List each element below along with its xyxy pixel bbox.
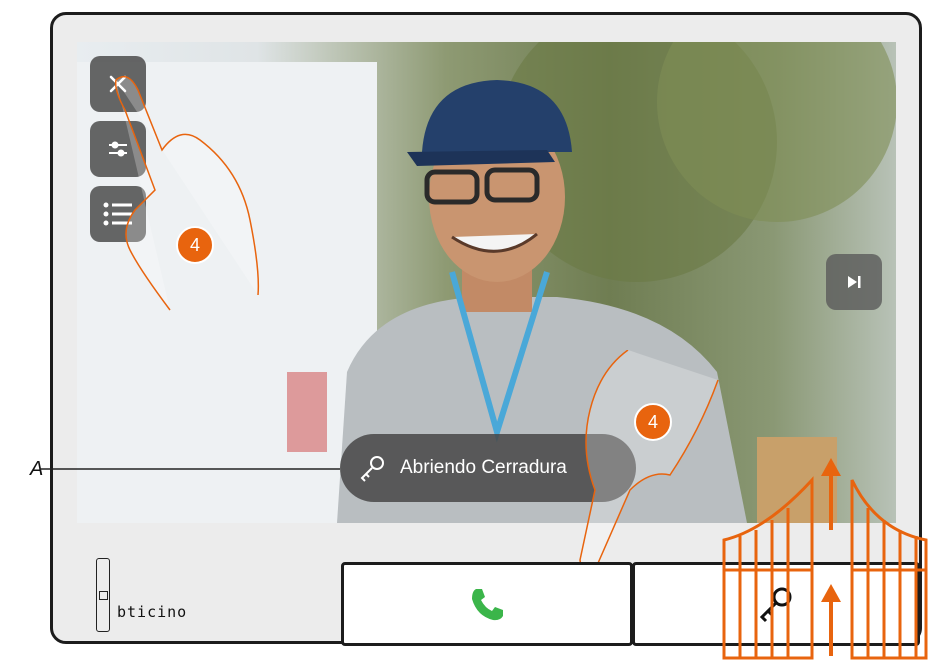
next-button[interactable] <box>826 254 882 310</box>
step-badge: 4 <box>176 226 214 264</box>
answer-call-button[interactable] <box>341 562 633 646</box>
phone-icon <box>472 589 503 621</box>
callout-line <box>40 468 340 470</box>
key-icon <box>360 456 384 482</box>
hand-top-icon <box>114 75 260 311</box>
step-badge: 4 <box>634 403 672 441</box>
toast-label: Abriendo Cerradura <box>400 457 567 478</box>
hand-bottom-icon <box>579 350 719 574</box>
brand-logo: bticino <box>117 603 188 621</box>
brand-indicator <box>96 558 110 632</box>
gate-opening-illustration <box>722 458 928 660</box>
skip-next-icon <box>848 276 861 288</box>
